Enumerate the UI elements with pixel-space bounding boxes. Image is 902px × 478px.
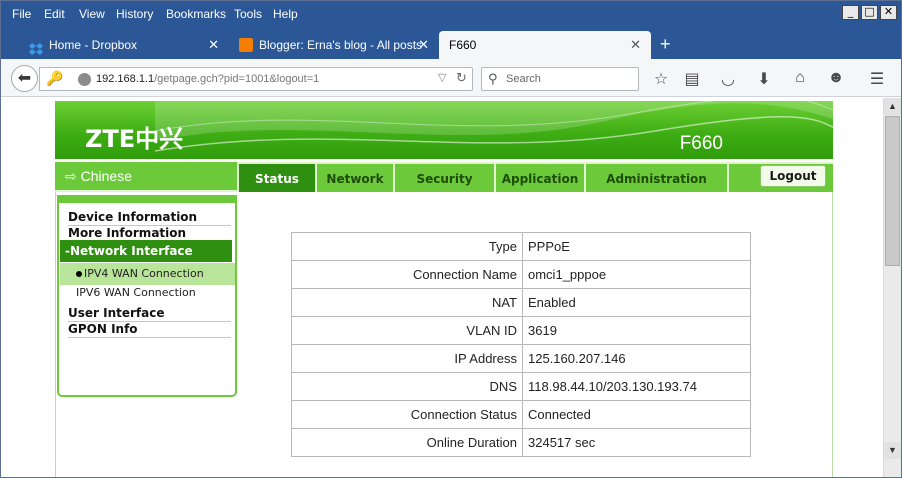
wan-connection-table: Type PPPoE Connection Name omci1_pppoe NAT… — [291, 232, 751, 457]
nav-tab-application[interactable]: Application — [496, 164, 584, 192]
nav-tab-status[interactable]: Status — [239, 164, 315, 192]
language-label: Chinese — [80, 168, 132, 184]
table-row: Type PPPoE — [291, 232, 751, 261]
globe-icon — [78, 73, 91, 86]
row-value: 3619 — [522, 316, 751, 345]
close-tab-icon[interactable]: ✕ — [208, 31, 219, 59]
new-tab-icon[interactable]: + — [660, 34, 671, 55]
tab-bar: Home - Dropbox ✕ Blogger: Erna's blog - … — [1, 28, 901, 59]
home-icon[interactable]: ⌂ — [790, 69, 810, 87]
row-label: DNS — [291, 372, 523, 401]
table-row: NAT Enabled — [291, 288, 751, 317]
logout-button[interactable]: Logout — [760, 165, 826, 187]
row-label: IP Address — [291, 344, 523, 373]
back-arrow-icon: ⬅ — [17, 70, 32, 87]
key-icon: 🔑 — [46, 70, 64, 86]
url-bar[interactable]: 🔑 192.168.1.1/getpage.gch?pid=1001&logou… — [39, 67, 473, 91]
sidebar-item-ipv6-wan[interactable]: IPV6 WAN Connection — [60, 282, 235, 304]
language-link[interactable]: ⇨ Chinese — [55, 162, 237, 190]
row-label: NAT — [291, 288, 523, 317]
smiley-icon[interactable]: ☻ — [826, 69, 846, 87]
row-value: PPPoE — [522, 232, 751, 261]
nav-tab-security[interactable]: Security — [395, 164, 494, 192]
tab-label: Blogger: Erna's blog - All posts — [259, 38, 423, 52]
search-icon: ⚲ — [488, 71, 498, 86]
row-value: 125.160.207.146 — [522, 344, 751, 373]
zte-logo: ZTE中兴 — [85, 125, 184, 153]
table-row: IP Address 125.160.207.146 — [291, 344, 751, 373]
bullet-icon — [76, 271, 82, 277]
table-row: DNS 118.98.44.10/203.130.193.74 — [291, 372, 751, 401]
sidebar-item-device-information[interactable]: Device Information — [68, 210, 231, 226]
close-window-button[interactable]: ✕ — [880, 5, 897, 20]
scrollbar-thumb[interactable] — [885, 116, 900, 266]
row-label: Online Duration — [291, 428, 523, 457]
table-row: VLAN ID 3619 — [291, 316, 751, 345]
menu-history[interactable]: History — [116, 7, 153, 21]
arrow-right-icon: ⇨ — [65, 168, 77, 184]
row-label: Type — [291, 232, 523, 261]
tab-label: Home - Dropbox — [49, 38, 138, 52]
menu-view[interactable]: View — [79, 7, 105, 21]
browser-window: File Edit View History Bookmarks Tools H… — [0, 0, 902, 478]
row-label: VLAN ID — [291, 316, 523, 345]
tab-f660[interactable]: F660 ✕ — [439, 31, 651, 59]
row-label: Connection Name — [291, 260, 523, 289]
tab-dropbox[interactable]: Home - Dropbox ✕ — [21, 31, 229, 59]
router-nav-strip: ⇨ Chinese Status Network Security Applic… — [55, 162, 833, 192]
menu-file[interactable]: File — [12, 7, 31, 21]
menu-help[interactable]: Help — [273, 7, 298, 21]
search-input[interactable]: ⚲ Search — [481, 67, 639, 91]
url-host: 192.168.1.1 — [96, 73, 155, 85]
blogger-icon — [239, 38, 253, 52]
hamburger-menu-icon[interactable]: ☰ — [867, 69, 887, 89]
row-value: 324517 sec — [522, 428, 751, 457]
menu-tools[interactable]: Tools — [234, 7, 262, 21]
sidebar-item-gpon-info[interactable]: GPON Info — [68, 322, 231, 338]
header-wave-decoration — [155, 101, 833, 152]
pocket-icon[interactable]: ◡ — [718, 69, 738, 89]
sidebar-item-label: IPV4 WAN Connection — [84, 267, 204, 280]
router-header: ZTE中兴 F660 — [55, 101, 833, 159]
page-content: ZTE中兴 F660 ⇨ Chinese Status Network Secu… — [1, 98, 883, 477]
minimize-button[interactable]: _ — [842, 5, 859, 20]
menu-bar: File Edit View History Bookmarks Tools H… — [1, 1, 901, 28]
url-path: /getpage.gch?pid=1001&logout=1 — [154, 73, 320, 85]
scroll-up-icon[interactable]: ▲ — [884, 98, 901, 115]
scroll-down-icon[interactable]: ▼ — [884, 442, 901, 459]
close-tab-icon[interactable]: ✕ — [630, 31, 641, 59]
nav-tab-network[interactable]: Network — [317, 164, 393, 192]
nav-tab-administration[interactable]: Administration — [586, 164, 727, 192]
table-row: Connection Name omci1_pppoe — [291, 260, 751, 289]
bookmark-star-icon[interactable]: ☆ — [651, 69, 671, 89]
close-tab-icon[interactable]: ✕ — [418, 31, 429, 59]
reload-icon[interactable]: ↻ — [456, 70, 467, 86]
tab-blogger[interactable]: Blogger: Erna's blog - All posts ✕ — [231, 31, 439, 59]
back-button[interactable]: ⬅ — [11, 65, 38, 92]
url-text[interactable]: 192.168.1.1/getpage.gch?pid=1001&logout=… — [96, 73, 319, 85]
sidebar-menu: Device Information More Information -Net… — [57, 195, 237, 397]
row-value: Enabled — [522, 288, 751, 317]
menu-bookmarks[interactable]: Bookmarks — [166, 7, 226, 21]
table-row: Connection Status Connected — [291, 400, 751, 429]
sidebar-item-network-interface[interactable]: -Network Interface — [60, 240, 232, 262]
maximize-button[interactable]: □ — [861, 5, 878, 20]
window-controls: _ □ ✕ — [842, 5, 897, 20]
row-label: Connection Status — [291, 400, 523, 429]
row-value: 118.98.44.10/203.130.193.74 — [522, 372, 751, 401]
vertical-scrollbar[interactable]: ▲ ▼ — [883, 98, 901, 477]
row-value: omci1_pppoe — [522, 260, 751, 289]
table-row: Online Duration 324517 sec — [291, 428, 751, 457]
model-name: F660 — [679, 133, 723, 154]
tab-label: F660 — [449, 38, 477, 52]
download-icon[interactable]: ⬇ — [754, 69, 774, 89]
row-value: Connected — [522, 400, 751, 429]
menu-edit[interactable]: Edit — [44, 7, 65, 21]
dropdown-arrow-icon[interactable]: ▽ — [438, 71, 446, 84]
reading-list-icon[interactable]: ▤ — [682, 69, 702, 89]
sidebar-item-user-interface[interactable]: User Interface — [68, 306, 231, 322]
search-placeholder: Search — [506, 73, 541, 85]
dropbox-icon — [29, 38, 43, 55]
